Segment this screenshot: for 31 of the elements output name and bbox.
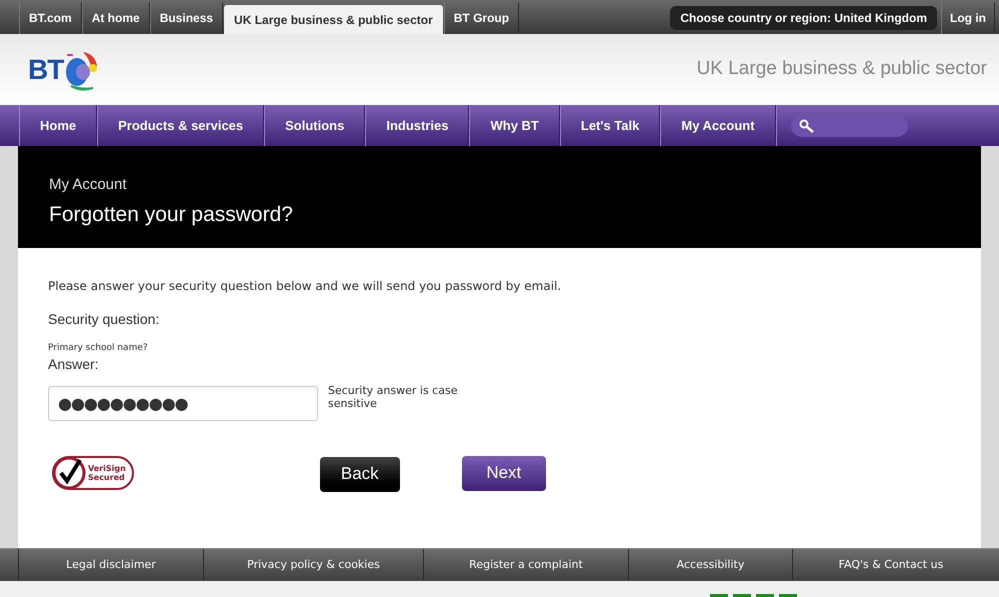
answer-field[interactable]: ●●●●●●●●●● — [48, 386, 318, 420]
back-button[interactable]: Back — [320, 456, 400, 492]
seal-text: VeriSign — [88, 464, 126, 473]
nav-link[interactable]: Why BT — [490, 116, 539, 136]
security-question: Primary school name? — [48, 342, 149, 355]
footer-link[interactable]: Legal disclaimer — [66, 556, 156, 574]
top-tab[interactable]: UK Large business & public sector — [224, 5, 443, 34]
next-button[interactable]: Next — [462, 456, 546, 490]
footer-link[interactable]: Register a complaint — [469, 556, 583, 574]
banner-title: Forgotten your password? — [49, 202, 294, 228]
header-title: UK Large business & public sector — [696, 57, 987, 82]
seal-text: Secured — [88, 473, 126, 482]
logo-text: BT — [28, 52, 64, 86]
login-link[interactable]: Log in — [950, 9, 986, 27]
search-icon — [798, 118, 815, 132]
answer-hint: Security answer is case sensitive — [328, 384, 458, 410]
nav-link[interactable]: Solutions — [285, 116, 344, 136]
footer-link[interactable]: Privacy policy & cookies — [247, 556, 380, 574]
nav-link[interactable]: Products & services — [118, 116, 244, 136]
banner-subtitle: My Account — [49, 175, 128, 195]
intro-text: Please answer your security question below and we will send you password by email. — [48, 278, 562, 295]
security-question-label: Security question: — [48, 310, 160, 329]
footer-link[interactable]: FAQ's & Contact us — [838, 556, 944, 574]
search-field[interactable] — [790, 114, 908, 136]
nav-link[interactable]: Home — [40, 116, 76, 136]
nav-link[interactable]: Industries — [386, 116, 448, 136]
footer-link[interactable]: Accessibility — [676, 556, 744, 574]
region-button[interactable]: Choose country or region: United Kingdom — [670, 6, 937, 30]
nav-link[interactable]: Let's Talk — [580, 116, 640, 136]
nav-link[interactable]: My Account — [681, 116, 755, 136]
answer-label: Answer: — [48, 356, 100, 372]
